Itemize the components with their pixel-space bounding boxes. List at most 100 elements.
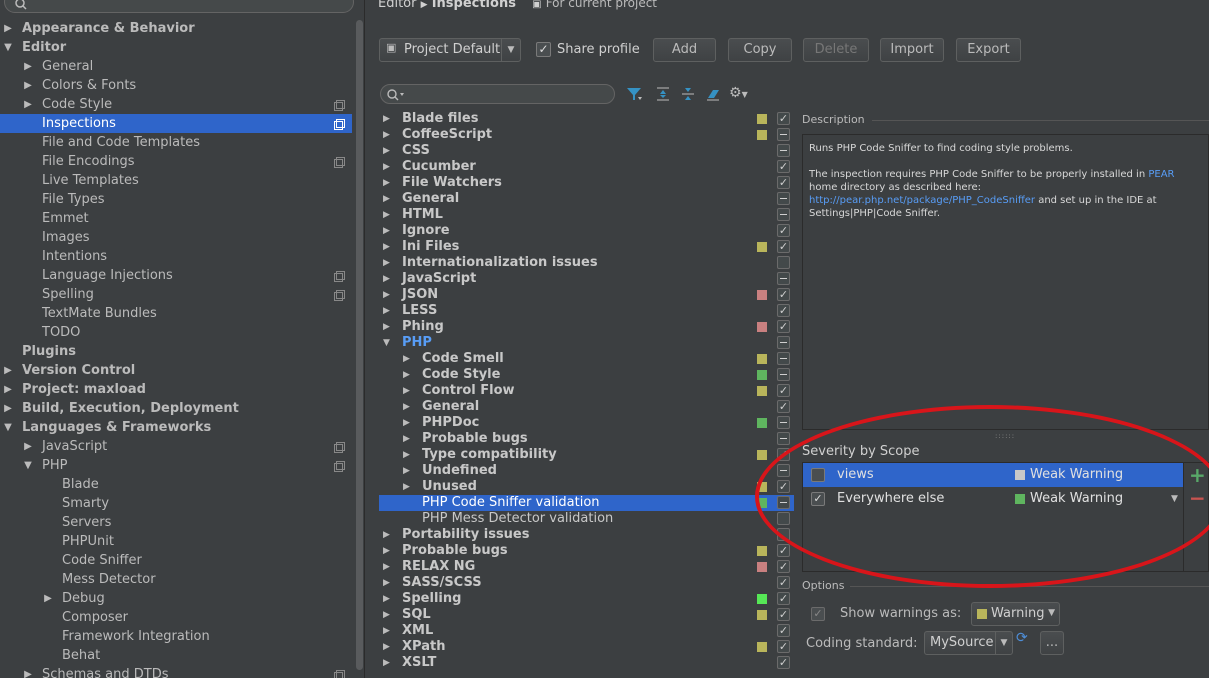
scope-severity[interactable]: Weak Warning xyxy=(1030,487,1123,511)
chevron-down-icon[interactable]: ▼ xyxy=(1171,487,1178,511)
inspection-enabled-checkbox[interactable]: ✓ xyxy=(777,400,790,413)
chevron-right-icon[interactable]: ▶ xyxy=(383,639,393,655)
sidebar-item[interactable]: PHPUnit xyxy=(0,532,352,551)
sidebar-item[interactable]: ▶ Code Style xyxy=(0,95,352,114)
inspection-row[interactable]: ▶ XPath ✓ xyxy=(379,639,794,655)
sidebar-item[interactable]: File Encodings xyxy=(0,152,352,171)
chevron-right-icon[interactable]: ▶ xyxy=(42,589,54,608)
inspection-row[interactable]: PHP Code Sniffer validation xyxy=(379,495,794,511)
sidebar-item[interactable]: TODO xyxy=(0,323,352,342)
sidebar-item[interactable]: Spelling xyxy=(0,285,352,304)
sidebar-item[interactable]: ▼ PHP xyxy=(0,456,352,475)
sidebar-item[interactable]: Framework Integration xyxy=(0,627,352,646)
chevron-right-icon[interactable]: ▶ xyxy=(2,361,14,380)
inspection-enabled-checkbox[interactable]: ✓ xyxy=(777,288,790,301)
inspection-row[interactable]: ▶ Blade files ✓ xyxy=(379,111,794,127)
sidebar-item[interactable]: ▶ General xyxy=(0,57,352,76)
chevron-right-icon[interactable]: ▶ xyxy=(383,303,393,319)
chevron-right-icon[interactable]: ▶ xyxy=(403,479,413,495)
inspection-enabled-checkbox[interactable]: ✓ xyxy=(777,480,790,493)
chevron-right-icon[interactable]: ▶ xyxy=(403,399,413,415)
chevron-right-icon[interactable]: ▶ xyxy=(403,367,413,383)
sidebar-item[interactable]: Language Injections xyxy=(0,266,352,285)
inspection-enabled-checkbox[interactable]: ✓ xyxy=(777,544,790,557)
refresh-icon[interactable]: ⟳ xyxy=(1016,630,1028,646)
chevron-right-icon[interactable]: ▶ xyxy=(383,591,393,607)
inspection-enabled-checkbox[interactable]: ✓ xyxy=(777,320,790,333)
sidebar-item[interactable]: Code Sniffer xyxy=(0,551,352,570)
sidebar-item[interactable]: Intentions xyxy=(0,247,352,266)
collapse-all-icon[interactable] xyxy=(680,86,696,102)
profile-dropdown[interactable]: ▣ Project Default ▼ xyxy=(379,38,521,62)
inspection-row[interactable]: ▶ XML ✓ xyxy=(379,623,794,639)
chevron-right-icon[interactable]: ▶ xyxy=(403,415,413,431)
inspection-enabled-checkbox[interactable]: ✓ xyxy=(777,384,790,397)
sidebar-item[interactable]: Inspections xyxy=(0,114,352,133)
scope-row[interactable]: ✓ Everywhere else Weak Warning ▼ xyxy=(803,487,1183,511)
scope-row[interactable]: views Weak Warning xyxy=(803,463,1183,487)
inspection-row[interactable]: ▶ RELAX NG ✓ xyxy=(379,559,794,575)
inspection-enabled-checkbox[interactable] xyxy=(777,416,790,429)
chevron-right-icon[interactable]: ▶ xyxy=(383,655,393,671)
inspection-row[interactable]: ▶ Cucumber ✓ xyxy=(379,159,794,175)
chevron-right-icon[interactable]: ▶ xyxy=(403,431,413,447)
inspection-enabled-checkbox[interactable] xyxy=(777,464,790,477)
sidebar-item[interactable]: Blade xyxy=(0,475,352,494)
sidebar-item[interactable]: File Types xyxy=(0,190,352,209)
splitter-handle[interactable]: :::::: xyxy=(995,432,1015,440)
show-warnings-dropdown[interactable]: Warning ▼ xyxy=(971,602,1060,626)
inspection-enabled-checkbox[interactable]: ✓ xyxy=(777,304,790,317)
sidebar-item[interactable]: ▶ Debug xyxy=(0,589,352,608)
chevron-right-icon[interactable]: ▶ xyxy=(403,447,413,463)
inspection-enabled-checkbox[interactable] xyxy=(777,368,790,381)
inspection-enabled-checkbox[interactable] xyxy=(777,496,790,509)
inspection-row[interactable]: ▶ Unused ✓ xyxy=(379,479,794,495)
chevron-down-icon[interactable]: ▼ xyxy=(383,335,393,351)
inspection-enabled-checkbox[interactable] xyxy=(777,208,790,221)
chevron-right-icon[interactable]: ▶ xyxy=(383,319,393,335)
inspection-enabled-checkbox[interactable]: ✓ xyxy=(777,624,790,637)
inspection-row[interactable]: ▶ Code Smell xyxy=(379,351,794,367)
inspection-enabled-checkbox[interactable]: ✓ xyxy=(777,608,790,621)
chevron-right-icon[interactable]: ▶ xyxy=(383,271,393,287)
inspection-row[interactable]: ▶ PHPDoc xyxy=(379,415,794,431)
inspection-row[interactable]: ▶ HTML xyxy=(379,207,794,223)
inspection-enabled-checkbox[interactable]: ✓ xyxy=(777,592,790,605)
gear-icon[interactable]: ⚙▼ xyxy=(729,85,748,101)
chevron-right-icon[interactable]: ▶ xyxy=(383,127,393,143)
inspection-enabled-checkbox[interactable] xyxy=(777,272,790,285)
delete-button[interactable]: Delete xyxy=(803,38,869,62)
inspection-row[interactable]: ▶ LESS ✓ xyxy=(379,303,794,319)
inspection-row[interactable]: ▶ SQL ✓ xyxy=(379,607,794,623)
inspection-enabled-checkbox[interactable] xyxy=(777,192,790,205)
chevron-right-icon[interactable]: ▶ xyxy=(383,527,393,543)
inspection-enabled-checkbox[interactable]: ✓ xyxy=(777,160,790,173)
chevron-down-icon[interactable]: ▼ xyxy=(22,456,34,475)
inspection-row[interactable]: ▶ JavaScript xyxy=(379,271,794,287)
sidebar-item[interactable]: ▶ Colors & Fonts xyxy=(0,76,352,95)
chevron-right-icon[interactable]: ▶ xyxy=(403,351,413,367)
sidebar-item[interactable]: TextMate Bundles xyxy=(0,304,352,323)
inspection-enabled-checkbox[interactable]: ✓ xyxy=(777,224,790,237)
inspection-enabled-checkbox[interactable]: ✓ xyxy=(777,240,790,253)
filter-icon[interactable] xyxy=(625,86,643,102)
sidebar-item[interactable]: ▶ JavaScript xyxy=(0,437,352,456)
inspection-row[interactable]: ▶ CoffeeScript xyxy=(379,127,794,143)
inspection-row[interactable]: ▶ Ini Files ✓ xyxy=(379,239,794,255)
inspection-enabled-checkbox[interactable]: ✓ xyxy=(777,112,790,125)
inspection-row[interactable]: ▶ Undefined xyxy=(379,463,794,479)
scope-enabled-checkbox[interactable]: ✓ xyxy=(811,492,825,506)
inspection-row[interactable]: ▶ File Watchers ✓ xyxy=(379,175,794,191)
chevron-right-icon[interactable]: ▶ xyxy=(22,76,34,95)
inspection-enabled-checkbox[interactable]: ✓ xyxy=(777,576,790,589)
inspection-enabled-checkbox[interactable] xyxy=(777,352,790,365)
inspection-row[interactable]: ▶ General xyxy=(379,191,794,207)
inspection-enabled-checkbox[interactable]: ✓ xyxy=(777,640,790,653)
show-warnings-checkbox[interactable]: ✓ xyxy=(811,607,825,621)
coding-standard-dropdown[interactable]: MySource ▼ xyxy=(924,631,1013,655)
sidebar-item[interactable]: Images xyxy=(0,228,352,247)
reset-icon[interactable] xyxy=(705,86,721,102)
chevron-right-icon[interactable]: ▶ xyxy=(22,95,34,114)
sidebar-scrollbar[interactable] xyxy=(355,0,364,678)
chevron-right-icon[interactable]: ▶ xyxy=(383,191,393,207)
